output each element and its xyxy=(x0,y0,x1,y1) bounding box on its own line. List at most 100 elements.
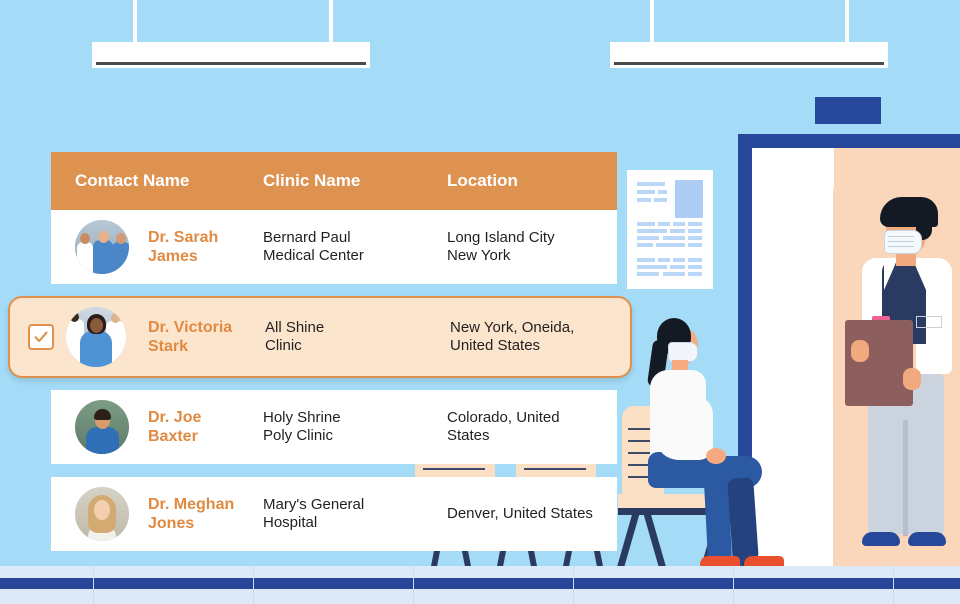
avatar-figure xyxy=(112,242,129,274)
floor-tile-line xyxy=(573,566,574,604)
lamp-cord-left-a xyxy=(133,0,137,44)
poster-text-line xyxy=(688,258,702,262)
poster-text-line xyxy=(637,222,655,226)
doctor-coat-pocket xyxy=(916,316,942,328)
doctor-face-mask-icon xyxy=(884,230,922,254)
poster-text-line xyxy=(663,236,685,240)
cell-location: New York, Oneida, United States xyxy=(450,319,575,354)
wall-poster xyxy=(627,170,713,289)
door-bevel xyxy=(818,148,834,190)
column-header-clinic-name: Clinic Name xyxy=(263,171,361,190)
row-checkbox[interactable] xyxy=(28,324,54,350)
patient-face-mask-icon xyxy=(668,342,698,362)
floor-tile-line xyxy=(93,566,94,604)
poster-text-line xyxy=(637,236,659,240)
poster-text-line xyxy=(658,258,670,262)
cell-contact-name: Dr. Joe Baxter xyxy=(148,409,202,445)
poster-text-line xyxy=(658,222,670,226)
table-row[interactable]: Dr. Joe Baxter Holy Shrine Poly Clinic C… xyxy=(51,390,617,464)
lamp-cord-left-b xyxy=(329,0,333,44)
bench-line xyxy=(423,468,485,470)
cell-clinic-name: All Shine Clinic xyxy=(265,319,325,354)
poster-text-line xyxy=(637,243,653,247)
lamp-tube-left xyxy=(96,62,366,65)
avatar-head xyxy=(90,318,103,333)
avatar-head xyxy=(111,313,120,323)
avatar xyxy=(75,220,129,274)
avatar-figure xyxy=(93,240,113,274)
floor-tile-line xyxy=(413,566,414,604)
avatar-head xyxy=(94,500,110,520)
table-row[interactable]: Dr. Sarah James Bernard Paul Medical Cen… xyxy=(51,210,617,284)
floor-tile-line xyxy=(733,566,734,604)
avatar-hair xyxy=(94,409,111,420)
avatar-head xyxy=(116,233,126,244)
poster-text-line xyxy=(688,222,702,226)
check-icon xyxy=(34,331,48,343)
poster-text-line xyxy=(688,236,702,240)
cell-location: Denver, United States xyxy=(447,505,593,522)
floor-baseboard-strip xyxy=(0,578,960,589)
poster-image-block xyxy=(675,180,703,218)
lamp-cord-right-a xyxy=(650,0,654,44)
column-header-location: Location xyxy=(447,171,518,190)
lamp-tube-right xyxy=(614,62,884,65)
poster-text-line xyxy=(637,265,667,269)
door-sign xyxy=(815,97,881,124)
lamp-cord-right-b xyxy=(845,0,849,44)
avatar-figure xyxy=(77,242,93,274)
poster-text-line xyxy=(658,190,667,194)
doctor-hand-right xyxy=(903,368,921,390)
doctor-leg-split xyxy=(903,420,908,536)
patient-hand xyxy=(706,448,726,464)
poster-text-line xyxy=(654,198,667,202)
table-row-selected[interactable]: Dr. Victoria Stark All Shine Clinic New … xyxy=(8,296,632,378)
floor-tile-line xyxy=(893,566,894,604)
poster-text-line xyxy=(637,182,665,186)
cell-location: Long Island City New York xyxy=(447,229,555,264)
poster-text-line xyxy=(670,265,685,269)
poster-text-line xyxy=(637,190,655,194)
poster-text-line xyxy=(688,272,702,276)
clinic-illustration-scene: Contact Name Clinic Name Location Dr. Sa… xyxy=(0,0,960,604)
bench-line xyxy=(524,468,586,470)
doctor-clipboard-icon xyxy=(845,320,913,406)
mask-fold-line xyxy=(888,246,914,247)
avatar-head xyxy=(98,231,109,243)
table-row[interactable]: Dr. Meghan Jones Mary's General Hospital… xyxy=(51,477,617,551)
poster-text-line xyxy=(670,229,685,233)
avatar xyxy=(75,487,129,541)
bench-leg xyxy=(643,513,668,573)
mask-fold-line xyxy=(888,236,914,237)
poster-text-line xyxy=(688,229,702,233)
floor-tile-line xyxy=(253,566,254,604)
mask-fold-line xyxy=(888,241,914,242)
cell-clinic-name: Mary's General Hospital xyxy=(263,496,365,531)
poster-text-line xyxy=(673,258,685,262)
cell-clinic-name: Bernard Paul Medical Center xyxy=(263,229,364,264)
cell-location: Colorado, United States xyxy=(447,409,560,444)
patient-arm xyxy=(655,396,713,460)
poster-text-line xyxy=(637,198,651,202)
column-header-contact-name: Contact Name xyxy=(75,171,190,190)
poster-text-line xyxy=(637,229,667,233)
bench-leg xyxy=(615,513,640,573)
doctor-shoe-left xyxy=(862,532,900,546)
poster-text-line xyxy=(637,272,659,276)
avatar xyxy=(75,400,129,454)
poster-text-line xyxy=(637,258,655,262)
cell-clinic-name: Holy Shrine Poly Clinic xyxy=(263,409,341,444)
poster-text-line xyxy=(656,243,685,247)
cell-contact-name: Dr. Victoria Stark xyxy=(148,319,233,355)
avatar-head xyxy=(80,233,90,244)
poster-text-line xyxy=(688,265,702,269)
poster-text-line xyxy=(663,272,685,276)
doctor-hand-left xyxy=(851,340,869,362)
poster-text-line xyxy=(673,222,685,226)
avatar-figure xyxy=(80,331,112,367)
cell-contact-name: Dr. Sarah James xyxy=(148,229,219,265)
doctor-shoe-right xyxy=(908,532,946,546)
avatar xyxy=(66,307,126,367)
avatar-figure xyxy=(86,427,119,454)
cell-contact-name: Dr. Meghan Jones xyxy=(148,496,235,532)
